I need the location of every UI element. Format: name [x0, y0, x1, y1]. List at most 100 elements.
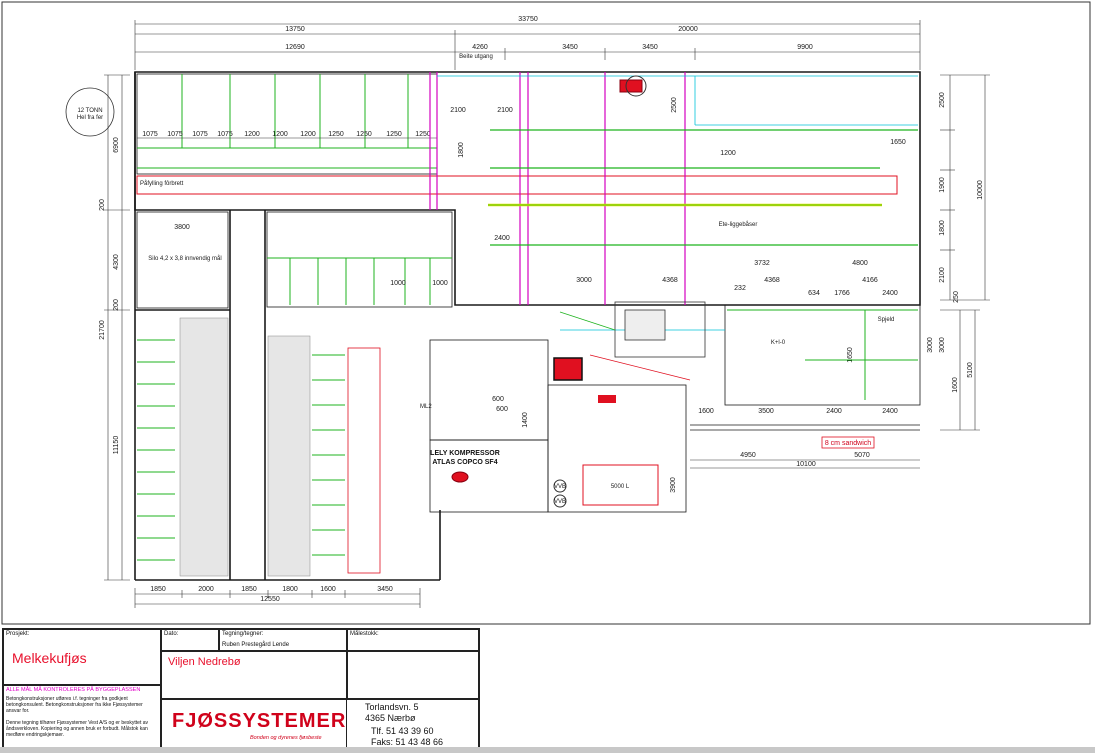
red-unit [598, 395, 616, 403]
date-cell: Dato: [161, 629, 219, 651]
stall-dim-9: 1250 [356, 131, 372, 138]
dim-11150: 11150 [113, 436, 120, 455]
dim-4260: 4260 [472, 44, 488, 51]
date-label: Dato: [164, 631, 179, 637]
compressor-unit [451, 471, 469, 483]
dim-10000: 10000 [977, 180, 984, 200]
dim-200-b: 200 [113, 299, 120, 311]
ml2-label: ML2 [420, 404, 432, 410]
notes-cell: ALLE MÅL MÅ KONTROLERES PÅ BYGGEPLASSEN … [3, 685, 161, 749]
stall-dim-8: 1250 [328, 131, 344, 138]
dim-1800-int: 1800 [458, 142, 465, 158]
dim-2500: 2500 [939, 92, 946, 108]
dim-2400-d: 2400 [882, 408, 898, 415]
dim-3450: 3450 [377, 586, 393, 593]
dim-232: 232 [734, 285, 746, 292]
dim-1800: 1800 [939, 220, 946, 236]
dim-2400-a: 2400 [494, 235, 510, 242]
dim-3500: 3500 [758, 408, 774, 415]
dim-13750: 13750 [285, 26, 305, 33]
dim-3800: 3800 [174, 224, 190, 231]
address-cell: Torlandsvn. 5 4365 Nærbø Tlf. 51 43 39 6… [347, 699, 479, 749]
dim-2500-int: 2500 [671, 97, 678, 113]
silo-label: Silo 4,2 x 3,8 innvendig mål [148, 255, 221, 262]
drawer-label: Tegning/tegner: [222, 631, 264, 637]
right-dimensions [940, 74, 990, 431]
lower-left-green-dividers [137, 339, 345, 561]
empty-cell [347, 651, 479, 699]
dim-5070: 5070 [854, 452, 870, 459]
stalls-label: Ete-liggebåser [719, 221, 758, 228]
dim-5100: 5100 [967, 362, 974, 378]
address-line-1: Torlandsvn. 5 [365, 702, 419, 712]
dim-4166: 4166 [862, 277, 878, 284]
stall-dim-6: 1200 [272, 131, 288, 138]
lower-left-stalls [179, 317, 311, 577]
dim-10100: 10100 [796, 461, 816, 468]
drawer-value: Ruben Prestegård Lende [222, 642, 290, 648]
beite-label: Beite utgang [459, 54, 493, 60]
note-1: Betongkonstruksjoner utføres i.f. tegnin… [6, 696, 143, 714]
cow-stall-red-outline [347, 347, 381, 574]
fax: Faks: 51 43 48 66 [371, 737, 444, 747]
right-lower-pen [727, 309, 918, 400]
company-logo: FJØSSYSTEMER [172, 710, 347, 732]
note-2: Denne tegning tilhører Fjøssystemer Vest… [6, 720, 149, 738]
bottom-bar [0, 747, 1095, 753]
sheet-border [1, 1, 1091, 625]
client-name: Viljen Nedrebø [168, 656, 241, 668]
dim-1600: 1600 [952, 377, 959, 393]
floor-plan: 33750 13750 20000 12690 4260 3450 3450 9… [1, 1, 1091, 625]
dim-3900: 3900 [670, 477, 677, 493]
feed-station [619, 79, 643, 93]
stall-dim-5: 1200 [244, 131, 260, 138]
dim-4800: 4800 [852, 260, 868, 267]
tank-5000-label: 5000 L [611, 484, 630, 490]
scale-label: Målestokk: [350, 631, 379, 637]
project-cell: Prosjekt: Melkekufjøs [3, 629, 161, 685]
dim-4368: 4368 [662, 277, 678, 284]
dim-12550: 12550 [260, 596, 280, 603]
stall-dim-11: 1250 [415, 131, 431, 138]
dim-3732: 3732 [754, 260, 770, 267]
dim-1850-b: 1850 [241, 586, 257, 593]
dim-250: 250 [953, 291, 960, 303]
dim-1800: 1800 [282, 586, 298, 593]
dim-20000: 20000 [678, 26, 698, 33]
drawer-cell: Tegning/tegner: Ruben Prestegård Lende [219, 629, 347, 651]
dim-1900: 1900 [939, 177, 946, 193]
dim-1000-a: 1000 [390, 280, 406, 287]
stall-dim-10: 1250 [386, 131, 402, 138]
dim-3000: 3000 [939, 337, 946, 353]
tank-unit [553, 357, 583, 381]
dim-2400-c: 2400 [826, 408, 842, 415]
dim-1200: 1200 [720, 150, 736, 157]
dim-2000: 2000 [198, 586, 214, 593]
dim-3450-a: 3450 [562, 44, 578, 51]
title-block: Prosjekt: Melkekufjøs ALLE MÅL MÅ KONTRO… [2, 628, 480, 749]
dim-3450-b: 3450 [642, 44, 658, 51]
dim-4300: 4300 [113, 254, 120, 270]
kalv-label: K+l-0 [771, 340, 786, 346]
tank-sub-label: Hel fra fer [77, 115, 103, 121]
scale-cell: Målestokk: [347, 629, 479, 651]
dim-4368-b: 4368 [764, 277, 780, 284]
company-slogan: Bonden og dyrenes fjøsbeste [250, 735, 322, 741]
feeding-strip [136, 175, 898, 195]
dim-1400: 1400 [522, 412, 529, 428]
dim-1000-b: 1000 [432, 280, 448, 287]
project-value: Melkekufjøs [12, 650, 87, 666]
dim-634: 634 [808, 290, 820, 297]
stall-dim-4: 1075 [217, 131, 233, 138]
dim-1850-a: 1850 [150, 586, 166, 593]
warning-text: ALLE MÅL MÅ KONTROLERES PÅ BYGGEPLASSEN [6, 687, 141, 693]
sandwich-label: 8 cm sandwich [825, 440, 871, 447]
feeding-label: Påfylling fôrbrett [140, 180, 184, 187]
logo-cell: FJØSSYSTEMER Bonden og dyrenes fjøsbeste [161, 699, 347, 749]
dim-overall-width: 33750 [518, 16, 538, 23]
stall-dim-3: 1075 [192, 131, 208, 138]
compressor-label-2: ATLAS COPCO SF4 [432, 459, 497, 466]
dim-200-a: 200 [99, 199, 106, 211]
dim-2100-b: 2100 [497, 107, 513, 114]
dim-6900: 6900 [113, 137, 120, 153]
